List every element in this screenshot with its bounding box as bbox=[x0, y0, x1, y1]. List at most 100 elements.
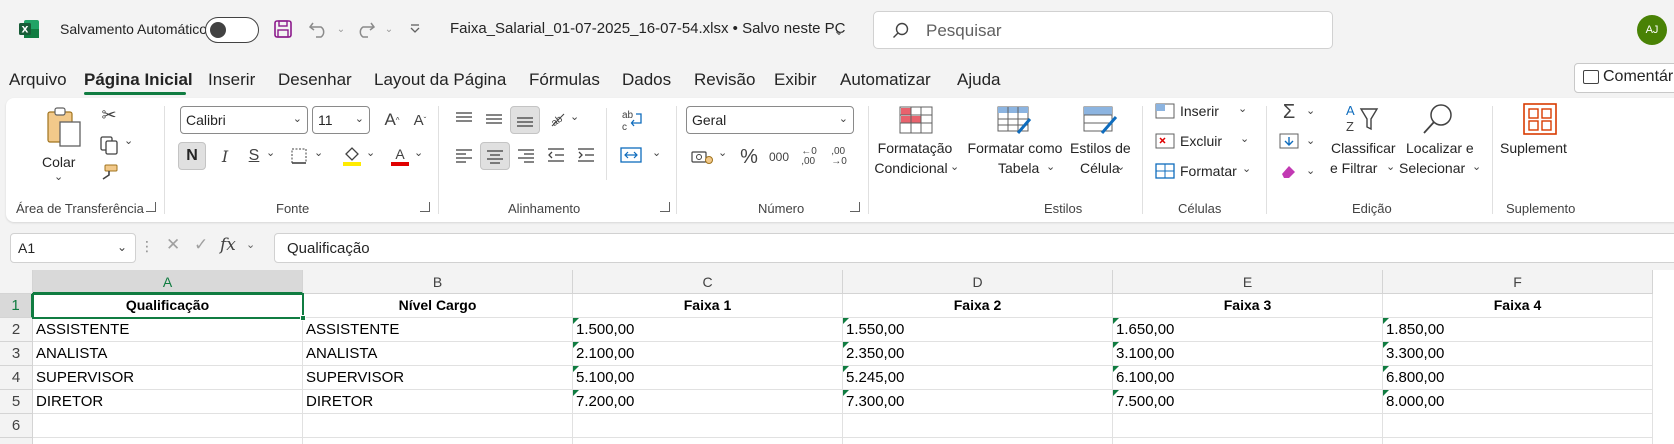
format-as-table-chevron-icon[interactable]: ⌄ bbox=[1046, 160, 1055, 173]
underline-icon[interactable]: S bbox=[242, 142, 266, 170]
conditional-formatting-icon[interactable] bbox=[896, 104, 936, 136]
format-cells-chevron-icon[interactable]: ⌄ bbox=[1242, 162, 1251, 175]
format-painter-icon[interactable] bbox=[98, 162, 120, 184]
header-cell[interactable]: Nível Cargo bbox=[303, 294, 573, 318]
font-launcher-icon[interactable] bbox=[420, 202, 430, 212]
underline-dropdown-chevron-icon[interactable]: ⌄ bbox=[266, 146, 275, 159]
borders-icon[interactable] bbox=[288, 145, 310, 167]
table-cell[interactable]: 1.850,00 bbox=[1383, 318, 1653, 342]
redo-icon[interactable] bbox=[352, 16, 378, 42]
table-cell[interactable] bbox=[303, 414, 573, 438]
search-box[interactable]: Pesquisar bbox=[873, 11, 1333, 49]
wrap-text-icon[interactable]: ab c bbox=[618, 106, 646, 134]
copy-icon[interactable] bbox=[98, 134, 120, 156]
table-cell[interactable]: 6.100,00 bbox=[1113, 366, 1383, 390]
align-right-icon[interactable] bbox=[514, 144, 538, 166]
clipboard-launcher-icon[interactable] bbox=[146, 202, 156, 212]
thousands-separator-icon[interactable]: 000 bbox=[766, 146, 792, 168]
row-header[interactable]: 7 bbox=[0, 438, 33, 444]
find-select-icon[interactable] bbox=[1418, 100, 1458, 138]
autosave-toggle[interactable] bbox=[205, 17, 259, 43]
merge-center-icon[interactable] bbox=[618, 144, 644, 166]
percent-icon[interactable]: % bbox=[736, 144, 762, 170]
increase-decimal-icon[interactable]: ←0,00 bbox=[796, 144, 822, 170]
table-cell[interactable] bbox=[573, 414, 843, 438]
tab-arquivo[interactable]: Arquivo bbox=[9, 70, 67, 90]
font-family-select[interactable]: Calibri ⌄ bbox=[180, 106, 308, 134]
conditional-formatting-label-2[interactable]: Condicional bbox=[868, 158, 954, 178]
table-cell[interactable]: DIRETOR bbox=[33, 390, 303, 414]
align-top-icon[interactable] bbox=[452, 108, 476, 130]
table-cell[interactable] bbox=[573, 438, 843, 444]
number-launcher-icon[interactable] bbox=[850, 202, 860, 212]
table-cell[interactable] bbox=[1383, 414, 1653, 438]
tab-formulas[interactable]: Fórmulas bbox=[529, 70, 600, 90]
table-cell[interactable] bbox=[1113, 414, 1383, 438]
delete-cells-label[interactable]: Excluir bbox=[1180, 131, 1222, 151]
tab-dados[interactable]: Dados bbox=[622, 70, 671, 90]
column-header[interactable]: A bbox=[33, 270, 303, 294]
enter-icon[interactable]: ✓ bbox=[194, 235, 208, 255]
insert-cells-icon[interactable] bbox=[1154, 100, 1176, 122]
alignment-launcher-icon[interactable] bbox=[660, 202, 670, 212]
paste-button-label[interactable]: Colar bbox=[42, 152, 75, 172]
copy-dropdown-chevron-icon[interactable]: ⌄ bbox=[124, 134, 133, 147]
tab-ajuda[interactable]: Ajuda bbox=[957, 70, 1000, 90]
tab-desenhar[interactable]: Desenhar bbox=[278, 70, 352, 90]
customize-toolbar-icon[interactable] bbox=[402, 16, 428, 42]
cancel-icon[interactable]: ✕ bbox=[166, 235, 180, 255]
merge-dropdown-chevron-icon[interactable]: ⌄ bbox=[652, 146, 661, 159]
file-name[interactable]: Faixa_Salarial_01-07-2025_16-07-54.xlsx … bbox=[450, 20, 845, 37]
table-cell[interactable]: 6.800,00 bbox=[1383, 366, 1653, 390]
table-cell[interactable]: 1.650,00 bbox=[1113, 318, 1383, 342]
header-cell[interactable]: Faixa 3 bbox=[1113, 294, 1383, 318]
tab-automatizar[interactable]: Automatizar bbox=[840, 70, 931, 90]
header-cell[interactable]: Faixa 4 bbox=[1383, 294, 1653, 318]
align-left-icon[interactable] bbox=[452, 144, 476, 166]
header-cell[interactable]: Faixa 2 bbox=[843, 294, 1113, 318]
orientation-icon[interactable]: ab bbox=[544, 108, 568, 130]
header-cell[interactable]: Faixa 1 bbox=[573, 294, 843, 318]
accounting-format-icon[interactable] bbox=[690, 146, 714, 168]
sort-filter-chevron-icon[interactable]: ⌄ bbox=[1386, 160, 1395, 173]
fill-color-dropdown-chevron-icon[interactable]: ⌄ bbox=[366, 146, 375, 159]
cell-styles-chevron-icon[interactable]: ⌄ bbox=[1116, 160, 1125, 173]
cell-styles-icon[interactable] bbox=[1080, 104, 1120, 136]
table-cell[interactable]: 5.245,00 bbox=[843, 366, 1113, 390]
borders-dropdown-chevron-icon[interactable]: ⌄ bbox=[314, 146, 323, 159]
sort-filter-icon[interactable]: AZ bbox=[1342, 100, 1382, 138]
row-header[interactable]: 3 bbox=[0, 342, 33, 366]
table-cell[interactable]: ANALISTA bbox=[303, 342, 573, 366]
decrease-font-size-icon[interactable]: Aˇ bbox=[408, 108, 432, 132]
paste-dropdown-chevron-icon[interactable]: ⌄ bbox=[54, 170, 63, 183]
excel-logo-icon[interactable]: X bbox=[18, 18, 40, 40]
avatar[interactable]: AJ bbox=[1637, 15, 1667, 45]
tab-exibir[interactable]: Exibir bbox=[774, 70, 817, 90]
table-cell[interactable]: 8.000,00 bbox=[1383, 390, 1653, 414]
align-middle-icon[interactable] bbox=[482, 108, 506, 130]
row-header[interactable]: 5 bbox=[0, 390, 33, 414]
fill-color-icon[interactable] bbox=[340, 144, 364, 168]
fill-icon[interactable] bbox=[1278, 130, 1300, 152]
table-cell[interactable]: DIRETOR bbox=[303, 390, 573, 414]
cell-styles-label-1[interactable]: Estilos de bbox=[1070, 138, 1131, 158]
redo-dropdown-chevron-icon[interactable]: ⌄ bbox=[376, 16, 402, 42]
font-color-dropdown-chevron-icon[interactable]: ⌄ bbox=[414, 146, 423, 159]
tab-layout-da-pagina[interactable]: Layout da Página bbox=[374, 70, 506, 90]
orientation-dropdown-chevron-icon[interactable]: ⌄ bbox=[570, 110, 579, 123]
comments-button[interactable]: Comentár bbox=[1574, 63, 1674, 93]
table-cell[interactable]: 7.300,00 bbox=[843, 390, 1113, 414]
format-as-table-icon[interactable] bbox=[994, 104, 1034, 136]
table-cell[interactable]: 3.300,00 bbox=[1383, 342, 1653, 366]
insert-cells-label[interactable]: Inserir bbox=[1180, 101, 1219, 121]
name-box[interactable]: A1 ⌄ bbox=[10, 233, 136, 263]
row-header[interactable]: 4 bbox=[0, 366, 33, 390]
find-select-chevron-icon[interactable]: ⌄ bbox=[1472, 160, 1481, 173]
table-cell[interactable]: 7.200,00 bbox=[573, 390, 843, 414]
clear-icon[interactable] bbox=[1278, 160, 1300, 182]
column-header[interactable]: C bbox=[573, 270, 843, 294]
increase-indent-icon[interactable] bbox=[574, 144, 598, 166]
clear-chevron-icon[interactable]: ⌄ bbox=[1306, 164, 1315, 177]
column-header[interactable]: F bbox=[1383, 270, 1653, 294]
format-cells-label[interactable]: Formatar bbox=[1180, 161, 1237, 181]
